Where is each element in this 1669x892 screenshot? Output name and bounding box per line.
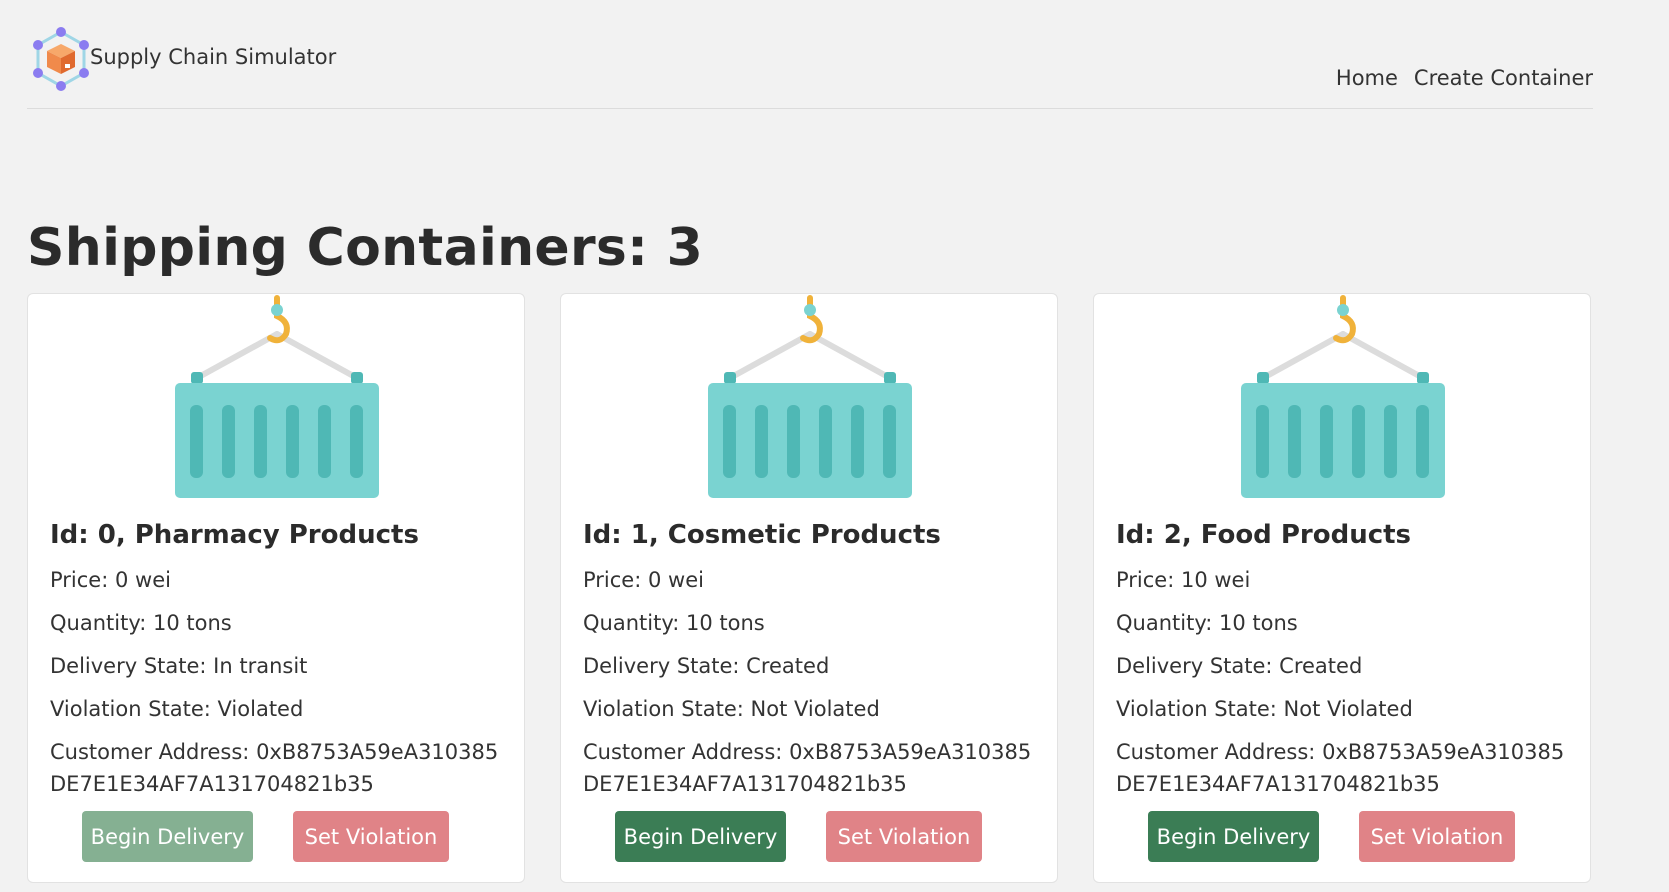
container-quantity: Quantity: 10 tons (583, 611, 765, 635)
container-violation-state: Violation State: Violated (50, 697, 304, 721)
page-title: Shipping Containers: 3 (27, 218, 704, 278)
container-title: Id: 2, Food Products (1116, 520, 1412, 550)
container-title: Id: 0, Pharmacy Products (50, 520, 419, 550)
container-delivery-state: Delivery State: In transit (50, 654, 308, 678)
begin-delivery-button[interactable]: Begin Delivery (1148, 811, 1319, 862)
begin-delivery-button[interactable]: Begin Delivery (82, 811, 253, 862)
container-delivery-state: Delivery State: Created (583, 654, 830, 678)
container-customer-address: Customer Address: 0xB8753A59eA310385DE7E… (50, 740, 499, 796)
set-violation-button[interactable]: Set Violation (1359, 811, 1515, 862)
container-violation-state: Violation State: Not Violated (1116, 697, 1413, 721)
container-card: Id: 1, Cosmetic Products Price: 0 wei Qu… (560, 293, 1058, 883)
nav-create-container-link[interactable]: Create Container (1414, 66, 1593, 90)
container-delivery-state: Delivery State: Created (1116, 654, 1363, 678)
container-customer-address: Customer Address: 0xB8753A59eA310385DE7E… (583, 740, 1032, 796)
container-violation-state: Violation State: Not Violated (583, 697, 880, 721)
brand-link[interactable]: Supply Chain Simulator (29, 26, 336, 94)
container-card: Id: 2, Food Products Price: 10 wei Quant… (1093, 293, 1591, 883)
set-violation-button[interactable]: Set Violation (293, 811, 449, 862)
shipping-container-icon (708, 295, 912, 498)
navbar: Supply Chain Simulator Home Create Conta… (27, 0, 1593, 109)
container-quantity: Quantity: 10 tons (1116, 611, 1298, 635)
nav-links: Home Create Container (1336, 66, 1593, 90)
container-customer-address: Customer Address: 0xB8753A59eA310385DE7E… (1116, 740, 1565, 796)
container-title: Id: 1, Cosmetic Products (583, 520, 941, 550)
container-card: Id: 0, Pharmacy Products Price: 0 wei Qu… (27, 293, 525, 883)
container-price: Price: 0 wei (50, 568, 171, 592)
brand-title: Supply Chain Simulator (90, 45, 337, 69)
container-price: Price: 10 wei (1116, 568, 1251, 592)
shipping-container-icon (1241, 295, 1445, 498)
set-violation-button[interactable]: Set Violation (826, 811, 982, 862)
container-quantity: Quantity: 10 tons (50, 611, 232, 635)
container-price: Price: 0 wei (583, 568, 704, 592)
begin-delivery-button[interactable]: Begin Delivery (615, 811, 786, 862)
package-network-logo-icon (33, 27, 89, 91)
nav-home-link[interactable]: Home (1336, 66, 1398, 90)
shipping-container-icon (175, 295, 379, 498)
